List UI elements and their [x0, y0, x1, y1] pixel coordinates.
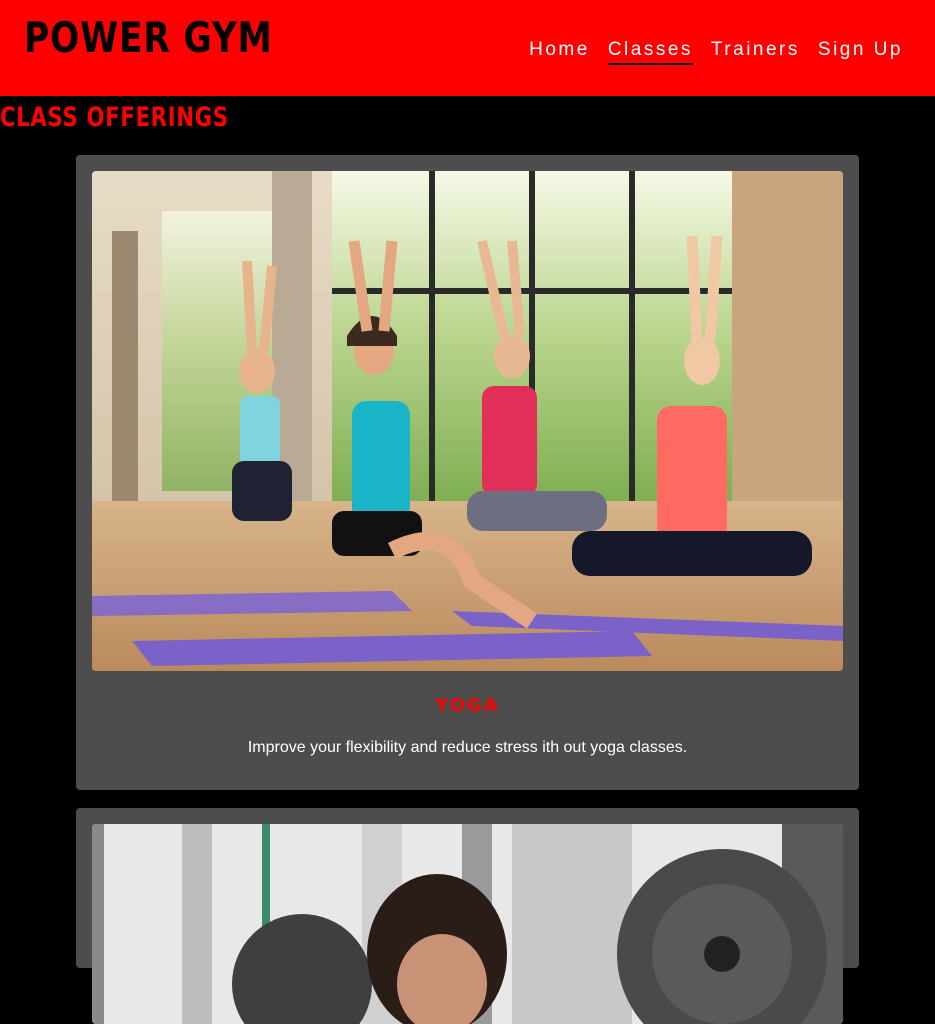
brand-logo[interactable]: POWER GYM	[24, 12, 273, 64]
nav-home-link[interactable]: Home	[529, 38, 590, 65]
nav-signup-link[interactable]: Sign Up	[818, 38, 903, 65]
nav-classes-link[interactable]: Classes	[607, 38, 693, 65]
section-title: CLASS OFFERINGS	[0, 102, 229, 133]
nav-trainers-link[interactable]: Trainers	[711, 38, 800, 65]
class-card-yoga: YOGA Improve your flexibility and reduce…	[76, 155, 859, 790]
class-card-weights	[76, 808, 859, 1024]
site-header: POWER GYM Home Classes Trainers Sign Up	[0, 0, 935, 96]
class-description: Improve your flexibility and reduce stre…	[247, 739, 688, 756]
weightlifting-class-image	[92, 824, 843, 1024]
yoga-class-image	[92, 171, 843, 671]
main-nav: Home Classes Trainers Sign Up	[511, 38, 903, 65]
class-title: YOGA	[435, 695, 500, 716]
